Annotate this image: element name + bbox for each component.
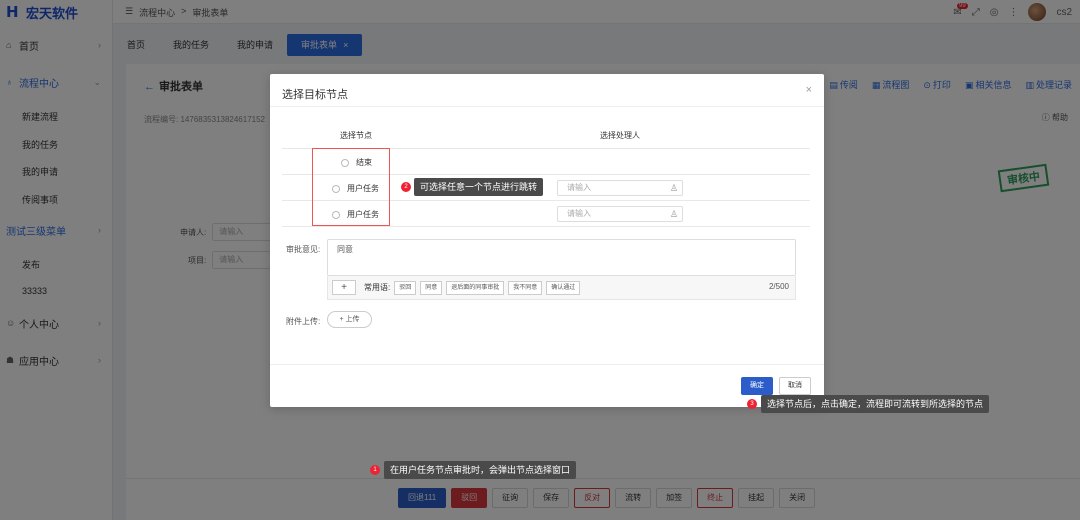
app: H 宏天软件 ⌂ 首页 › ♁ 流程中心 ⌄ 新建流程 我的任务 我的申请 传阅… (0, 0, 1080, 520)
tooltip-step-2: 可选择任意一个节点进行跳转 (414, 178, 544, 196)
select-node-dialog: 选择目标节点 × 选择节点 选择处理人 结束 用户任务 请输入 ♙ 用户任务 请输… (270, 74, 824, 407)
handler-input-2[interactable]: 请输入 ♙ (557, 206, 683, 222)
divider (282, 226, 810, 227)
phrase-toolbar: + 常用语: 驳回 同意 退后面的同事审批 我不同意 确认通过 2/500 (327, 276, 796, 300)
phrase-chip[interactable]: 我不同意 (508, 280, 543, 295)
dialog-title: 选择目标节点 (282, 89, 348, 101)
tooltip-step-1: 在用户任务节点审批时，会弹出节点选择窗口 (384, 461, 577, 479)
phrase-chip[interactable]: 退后面的同事审批 (446, 280, 505, 295)
close-icon[interactable]: × (806, 84, 812, 96)
step-number-2: 2 (401, 182, 411, 192)
handler-placeholder: 请输入 (567, 183, 591, 192)
opinion-textarea[interactable]: 同意 (327, 239, 796, 276)
cancel-button[interactable]: 取消 (779, 377, 811, 395)
divider (270, 106, 824, 107)
upload-button[interactable]: + 上传 (327, 311, 372, 328)
user-select-icon[interactable]: ♙ (670, 207, 678, 221)
confirm-button[interactable]: 确定 (741, 377, 773, 395)
step-number-1: 1 (370, 465, 380, 475)
divider (270, 364, 824, 365)
tooltip-step-3: 选择节点后，点击确定，流程即可流转到所选择的节点 (761, 395, 990, 413)
phrases-label: 常用语: (364, 283, 391, 292)
phrase-chip[interactable]: 驳回 (394, 280, 417, 295)
phrase-chip[interactable]: 确认通过 (546, 280, 581, 295)
highlight-box (312, 148, 390, 226)
add-phrase-button[interactable]: + (332, 280, 356, 295)
opinion-label: 审批意见: (286, 245, 321, 254)
char-count: 2/500 (768, 282, 789, 291)
user-select-icon[interactable]: ♙ (670, 181, 678, 195)
column-header-handler: 选择处理人 (600, 131, 640, 140)
handler-placeholder: 请输入 (567, 209, 591, 218)
attach-label: 附件上传: (286, 317, 321, 326)
column-header-node: 选择节点 (340, 131, 372, 140)
phrase-chip[interactable]: 同意 (420, 280, 443, 295)
step-number-3: 3 (747, 399, 757, 409)
handler-input-1[interactable]: 请输入 ♙ (557, 180, 683, 196)
